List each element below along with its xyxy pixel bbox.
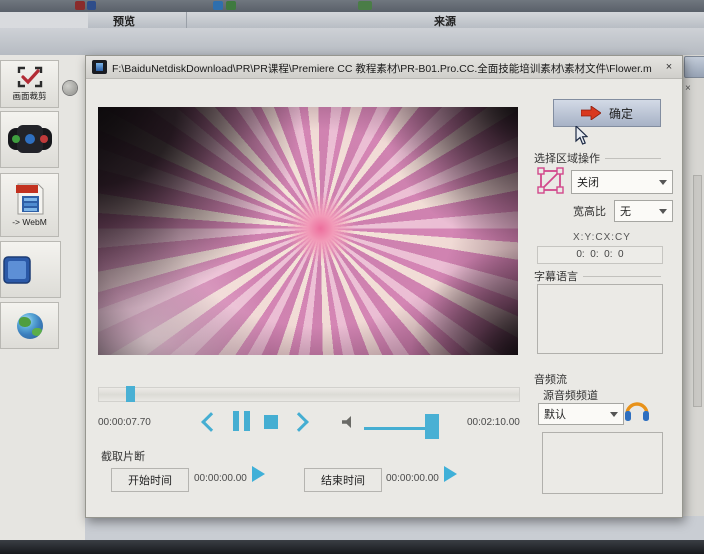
source-column-header: 来源 <box>434 13 456 29</box>
sidebar-item-label: 画面裁剪 <box>12 90 46 102</box>
region-mode-value: 关闭 <box>577 174 599 190</box>
column-divider <box>186 12 187 28</box>
toolbar-icon <box>213 1 223 10</box>
column-headers: 预览 来源 <box>88 12 704 29</box>
media-lens-icon <box>7 124 53 154</box>
headphones-icon <box>624 398 650 422</box>
current-time: 00:00:07.70 <box>98 417 151 428</box>
end-time-value: 00:00:00.00 <box>386 473 439 484</box>
stop-button[interactable] <box>264 415 278 429</box>
start-time-button[interactable]: 开始时间 <box>111 468 189 492</box>
dialog-title: F:\BaiduNetdiskDownload\PR\PR课程\Premiere… <box>112 61 652 76</box>
speaker-icon <box>342 416 357 428</box>
region-group-header: 选择区域操作 <box>534 150 661 166</box>
mouse-cursor <box>575 126 588 145</box>
device-icon <box>3 256 31 284</box>
end-time-button[interactable]: 结束时间 <box>304 468 382 492</box>
crop-check-icon <box>17 66 43 88</box>
aspect-ratio-dropdown[interactable]: 无 <box>614 200 673 222</box>
background-dialog-edge: × <box>681 55 704 516</box>
toolbar-icon <box>75 1 85 10</box>
subtitle-group-title: 字幕语言 <box>534 268 578 284</box>
seek-handle[interactable] <box>126 386 135 402</box>
audio-channel-value: 默认 <box>544 406 566 422</box>
sidebar-item-label: -> WebM <box>12 217 47 227</box>
background-button[interactable] <box>684 56 704 78</box>
aspect-ratio-label: 宽高比 <box>573 203 606 219</box>
sidebar-item-media[interactable] <box>0 111 59 168</box>
ok-button[interactable]: 确定 <box>553 99 661 127</box>
sidebar-item-web[interactable] <box>0 302 59 349</box>
top-toolbar <box>0 0 704 12</box>
list-header-row: i 2 File(s) 视频 <box>0 28 704 56</box>
globe-icon <box>17 313 43 339</box>
next-button[interactable] <box>289 412 309 432</box>
audio-stream-list[interactable] <box>542 432 663 494</box>
sidebar-item-webm[interactable]: -> WebM <box>0 173 59 237</box>
preview-column-header: 预览 <box>113 13 135 29</box>
dialog-titlebar: F:\BaiduNetdiskDownload\PR\PR课程\Premiere… <box>86 56 682 79</box>
video-file-icon <box>92 60 107 74</box>
chevron-down-icon <box>659 209 667 214</box>
ok-arrow-icon <box>581 106 601 120</box>
screen-bezel <box>0 540 704 554</box>
seek-bar[interactable] <box>98 387 520 402</box>
toolbar-icon <box>226 1 236 10</box>
chevron-down-icon <box>610 412 618 417</box>
toolbar-icon <box>358 1 372 10</box>
ok-button-label: 确定 <box>609 105 633 122</box>
start-play-icon[interactable] <box>252 466 265 482</box>
chevron-down-icon <box>659 180 667 185</box>
sidebar-header <box>0 12 88 29</box>
region-group-title: 选择区域操作 <box>534 150 600 166</box>
audio-channel-label: 源音频频道 <box>543 387 598 403</box>
sidebar-item-device[interactable] <box>0 241 61 298</box>
audio-stream-label: 音频流 <box>534 371 567 387</box>
options-sidebar: 画面裁剪 -> WebM <box>0 55 85 540</box>
coords-label: X:Y:CX:CY <box>573 232 631 243</box>
volume-slider[interactable] <box>364 427 432 430</box>
background-close-icon[interactable]: × <box>685 83 691 94</box>
start-time-value: 00:00:00.00 <box>194 473 247 484</box>
volume-handle[interactable] <box>425 414 439 439</box>
webm-file-icon <box>16 183 44 215</box>
toolbar-icon <box>87 1 96 10</box>
region-crop-icon[interactable] <box>537 167 564 194</box>
background-scrollbar[interactable] <box>693 175 702 407</box>
subtitle-group-header: 字幕语言 <box>534 268 661 284</box>
region-mode-dropdown[interactable]: 关闭 <box>571 170 673 194</box>
coords-value-box: 0: 0: 0: 0 <box>537 246 663 264</box>
pause-button[interactable] <box>233 411 250 431</box>
aspect-ratio-value: 无 <box>620 203 631 219</box>
end-play-icon[interactable] <box>444 466 457 482</box>
clip-section-title: 截取片断 <box>101 448 145 464</box>
audio-channel-dropdown[interactable]: 默认 <box>538 403 624 425</box>
video-settings-dialog: F:\BaiduNetdiskDownload\PR\PR课程\Premiere… <box>85 55 683 518</box>
subtitle-language-list[interactable] <box>537 284 663 354</box>
total-time: 00:02:10.00 <box>467 417 520 428</box>
mascot-icon <box>63 81 77 95</box>
previous-button[interactable] <box>201 412 221 432</box>
video-preview <box>98 107 518 355</box>
dialog-close-button[interactable]: × <box>662 60 676 74</box>
sidebar-item-crop[interactable]: 画面裁剪 <box>0 60 59 108</box>
